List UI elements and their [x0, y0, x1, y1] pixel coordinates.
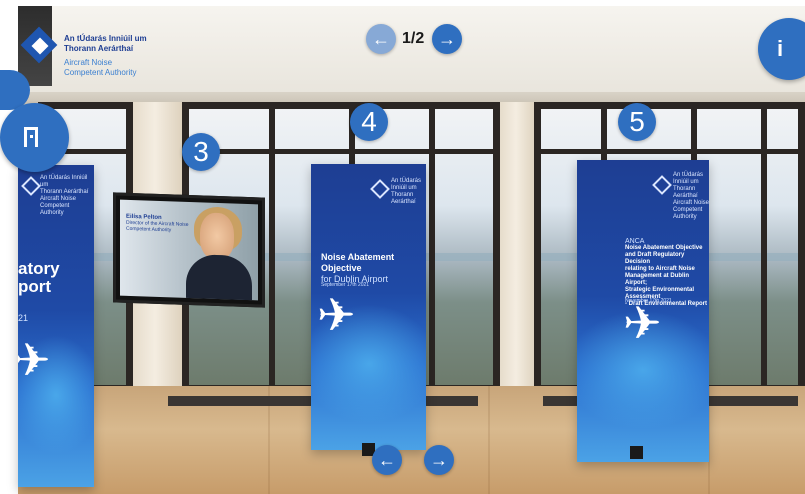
title-line: Management at Dublin Airport; — [625, 273, 690, 286]
rotate-right-button[interactable]: → — [424, 445, 454, 475]
page-indicator: 1/2 — [402, 30, 425, 47]
logo-line: An tÚdarás Inniúil um — [40, 175, 88, 188]
exhibit-marker-4[interactable]: 4 — [350, 103, 388, 141]
info-icon: i — [776, 36, 784, 61]
title-line: Noise Abatement Objective — [321, 252, 395, 273]
logo-line: An tÚdarás Inniúil um — [391, 178, 422, 191]
logo-line: Competent Authority — [673, 207, 703, 220]
previous-page-button[interactable]: ← — [366, 24, 396, 54]
exhibit-marker-3[interactable]: 3 — [182, 133, 220, 171]
anca-logo: An tÚdarás Inniúil um Thorann Aerárthaí … — [20, 10, 170, 90]
banner-title: atory port — [18, 260, 60, 296]
speaker-face — [200, 212, 234, 260]
exit-room-button[interactable] — [0, 103, 69, 172]
banner-logo-text: An tÚdarás Inniúil um Thorann Aerárthaí … — [673, 172, 709, 221]
logo-line: Aircraft Noise — [40, 196, 77, 202]
banner-exhibit-5[interactable]: An tÚdarás Inniúil um Thorann Aerárthaí … — [577, 160, 709, 462]
banner-exhibit-4[interactable]: An tÚdarás Inniúil um Thorann Aerárthaí … — [311, 164, 426, 450]
logo-line: Thorann Aerárthaí — [64, 44, 134, 53]
title-line: relating to Aircraft Noise — [625, 266, 695, 272]
airplane-icon: ✈ — [623, 297, 662, 349]
logo-line: Aircraft Noise — [673, 200, 709, 206]
floor-board-line — [488, 386, 490, 494]
banner-logo-text: An tÚdarás Inniúil um Thorann Aerárthaí … — [40, 175, 94, 217]
logo-line: Competent Authority — [64, 68, 137, 77]
logo-line: Thorann Aerárthaí — [391, 192, 416, 205]
logo-line: Competent Authority — [40, 203, 70, 216]
anca-logo-icon — [21, 176, 41, 196]
title-line: and Draft Regulatory Decision — [625, 252, 685, 265]
logo-english-name: Aircraft Noise Competent Authority — [64, 58, 136, 78]
speaker-body — [186, 253, 252, 301]
anca-logo-icon — [370, 179, 390, 199]
exhibit-marker-5[interactable]: 5 — [618, 103, 656, 141]
banner-date: 21 — [18, 313, 29, 323]
logo-line: Thorann Aerárthaí — [40, 189, 89, 195]
title-line: Noise Abatement Objective — [625, 245, 703, 251]
logo-line: Aircraft Noise — [64, 58, 113, 67]
banner-subtitle: ANCA — [625, 238, 645, 245]
banner-date: September 17th 2021 — [321, 282, 370, 288]
logo-irish-name: An tÚdarás Inniúil um Thorann Aerárthaí — [64, 34, 147, 54]
video-screen[interactable]: Eilísa Pelton Director of the Aircraft N… — [113, 192, 265, 308]
transom — [189, 149, 493, 154]
title-line: port — [18, 277, 52, 296]
banner-title: Noise Abatement Objective for Dublin Air… — [321, 252, 426, 285]
banner-logo-text: An tÚdarás Inniúil um Thorann Aerárthaí — [391, 178, 426, 206]
title-line: atory — [18, 259, 60, 278]
logo-line: Thorann Aerárthaí — [673, 186, 698, 199]
airplane-icon: ✈ — [18, 334, 51, 386]
rotate-left-button[interactable]: ← — [372, 445, 402, 475]
next-page-button[interactable]: → — [432, 24, 462, 54]
logo-line: An tÚdarás Inniúil um — [64, 34, 147, 43]
exit-door-icon — [24, 127, 38, 147]
logo-line: An tÚdarás Inniúil um — [673, 172, 704, 185]
banner-stand — [630, 446, 643, 459]
video-player[interactable]: Eilísa Pelton Director of the Aircraft N… — [120, 199, 258, 301]
anca-logo-icon — [652, 175, 672, 195]
transom — [541, 149, 798, 154]
banner-exhibit-left[interactable]: An tÚdarás Inniúil um Thorann Aerárthaí … — [18, 165, 94, 487]
airplane-icon: ✈ — [317, 289, 356, 341]
video-caption: Eilísa Pelton Director of the Aircraft N… — [126, 214, 189, 234]
